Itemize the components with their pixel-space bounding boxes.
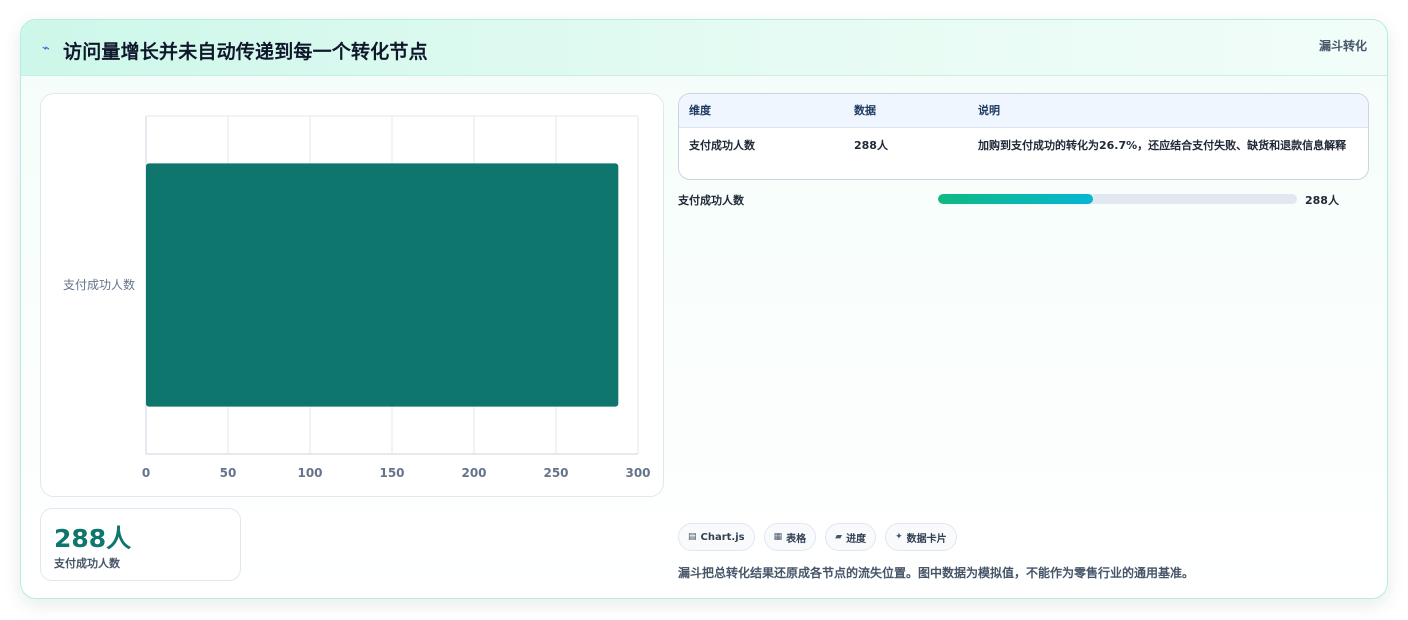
- chip-label: 表格: [786, 533, 807, 545]
- chip-label: 进度: [846, 533, 867, 545]
- data-table: 维度 数据 说明 支付成功人数 288人 加购到支付成功的转化为26.7%，还应…: [678, 93, 1369, 180]
- chip-label: 数据卡片: [906, 533, 947, 545]
- funnel-card: ⌁ 访问量增长并未自动传递到每一个转化节点 漏斗转化 0 50 100 150 200 2…: [20, 19, 1388, 599]
- table-header-description: 说明: [968, 94, 1368, 128]
- table-header-data: 数据: [844, 94, 968, 128]
- table-icon: ▦: [773, 532, 783, 542]
- x-tick-label: 250: [543, 466, 568, 480]
- bar-chart: 0 50 100 150 200 250 300 支付成功人数: [63, 115, 651, 480]
- table-cell-data: 288人: [854, 138, 888, 152]
- bar-chart-panel: 0 50 100 150 200 250 300 支付成功人数: [40, 93, 664, 497]
- progress-fill: [938, 194, 1094, 204]
- bolt-icon: ⌁: [42, 41, 50, 56]
- progress-value: 288人: [1305, 194, 1339, 207]
- progress-icon: ▰: [835, 532, 843, 542]
- chip-table[interactable]: ▦ 表格: [763, 523, 817, 551]
- sparkle-icon: ✦: [895, 532, 903, 542]
- footnote: 漏斗把总转化结果还原成各节点的流失位置。图中数据为模拟值，不能作为零售行业的通用…: [678, 566, 1195, 580]
- progress-track: [938, 194, 1297, 204]
- feature-chips: ▤ Chart.js ▦ 表格 ▰ 进度 ✦ 数据卡片: [678, 523, 957, 551]
- x-tick-label: 150: [379, 466, 404, 480]
- x-tick-label: 300: [625, 466, 650, 480]
- x-tick-label: 200: [461, 466, 486, 480]
- chip-progress[interactable]: ▰ 进度: [825, 523, 877, 551]
- card-title: 访问量增长并未自动传递到每一个转化节点: [63, 41, 428, 63]
- kpi-value: 288人: [54, 524, 132, 553]
- table-cell-dimension: 支付成功人数: [689, 138, 755, 152]
- table-header-dimension: 维度: [679, 94, 844, 128]
- table-cell-description: 加购到支付成功的转化为26.7%，还应结合支付失败、缺货和退款信息解释: [978, 138, 1347, 152]
- bar: [146, 163, 619, 407]
- table-header-row: 维度 数据 说明: [679, 94, 1368, 128]
- x-tick-label: 50: [220, 466, 237, 480]
- chip-chartjs[interactable]: ▤ Chart.js: [678, 523, 755, 551]
- chart-icon: ▤: [688, 532, 697, 542]
- chip-label: Chart.js: [700, 531, 745, 543]
- progress-label: 支付成功人数: [678, 194, 744, 207]
- progress-row: 支付成功人数 288人: [678, 190, 1369, 208]
- y-category-label: 支付成功人数: [63, 277, 135, 292]
- kpi-card: 288人 支付成功人数: [40, 508, 241, 581]
- card-header: ⌁ 访问量增长并未自动传递到每一个转化节点 漏斗转化: [21, 20, 1387, 76]
- chip-data-card[interactable]: ✦ 数据卡片: [885, 523, 957, 551]
- x-tick-label: 0: [142, 466, 150, 480]
- table-row: 支付成功人数 288人 加购到支付成功的转化为26.7%，还应结合支付失败、缺货…: [679, 127, 1368, 164]
- category-tag: 漏斗转化: [1318, 39, 1367, 53]
- kpi-label: 支付成功人数: [54, 557, 120, 570]
- x-tick-label: 100: [297, 466, 322, 480]
